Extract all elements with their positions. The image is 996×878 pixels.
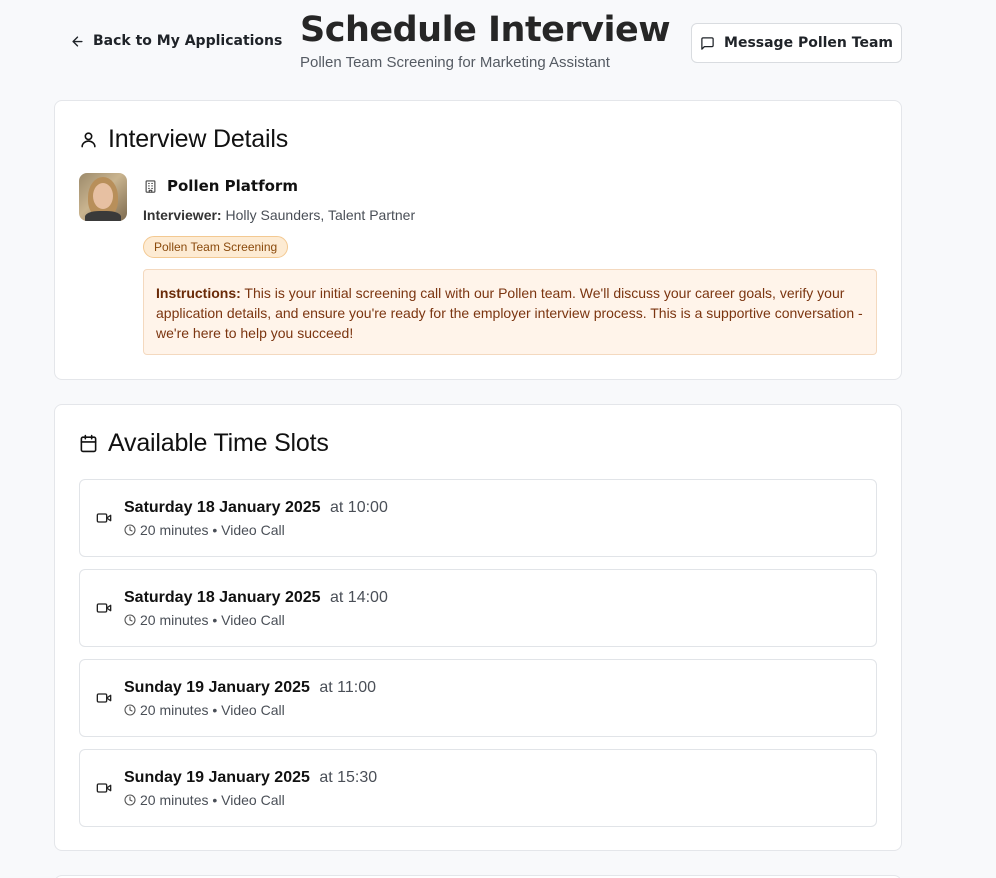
page-subtitle: Pollen Team Screening for Marketing Assi… — [300, 54, 610, 71]
instructions-label: Instructions: — [156, 285, 241, 301]
time-slot-option[interactable]: Saturday 18 January 2025 at 14:00 20 min… — [79, 569, 877, 647]
slot-meta-text: 20 minutes • Video Call — [140, 522, 285, 538]
building-icon — [145, 179, 156, 193]
message-button-label: Message Pollen Team — [724, 35, 893, 51]
page-title: Schedule Interview — [300, 10, 671, 50]
time-slot-option[interactable]: Sunday 19 January 2025 at 11:00 20 minut… — [79, 659, 877, 737]
user-icon — [81, 132, 96, 148]
instructions-box: Instructions: This is your initial scree… — [143, 269, 877, 355]
time-slot-option[interactable]: Sunday 19 January 2025 at 15:30 20 minut… — [79, 749, 877, 827]
slot-meta: 20 minutes • Video Call — [124, 702, 285, 718]
back-link-label: Back to My Applications — [93, 33, 283, 49]
screening-badge: Pollen Team Screening — [143, 236, 289, 258]
page-header: Back to My Applications Schedule Intervi… — [0, 0, 996, 96]
video-icon — [96, 603, 112, 613]
slot-time: at 11:00 — [319, 679, 376, 696]
slot-date: Saturday 18 January 2025 — [124, 499, 321, 516]
time-slots-title: Available Time Slots — [108, 429, 329, 457]
video-icon — [96, 783, 112, 793]
interview-details-card: Interview Details Pollen Platform Interv… — [54, 100, 902, 380]
slot-datetime: Saturday 18 January 2025 at 14:00 — [124, 589, 388, 607]
slot-date: Saturday 18 January 2025 — [124, 589, 321, 606]
slot-date: Sunday 19 January 2025 — [124, 679, 310, 696]
clock-icon — [124, 614, 136, 626]
time-slots-heading: Available Time Slots — [79, 429, 329, 458]
interview-details-title: Interview Details — [108, 125, 288, 153]
slot-datetime: Saturday 18 January 2025 at 10:00 — [124, 499, 388, 517]
clock-icon — [124, 704, 136, 716]
clock-icon — [124, 524, 136, 536]
interviewer-label: Interviewer: — [143, 207, 222, 223]
slot-meta: 20 minutes • Video Call — [124, 792, 285, 808]
clock-icon — [124, 794, 136, 806]
message-square-icon — [701, 36, 714, 50]
platform-row: Pollen Platform — [143, 177, 298, 195]
video-icon — [96, 693, 112, 703]
time-slot-option[interactable]: Saturday 18 January 2025 at 10:00 20 min… — [79, 479, 877, 557]
slot-time: at 10:00 — [330, 499, 388, 516]
slot-meta: 20 minutes • Video Call — [124, 612, 285, 628]
video-icon — [96, 513, 112, 523]
slot-time: at 14:00 — [330, 589, 388, 606]
slot-meta-text: 20 minutes • Video Call — [140, 612, 285, 628]
slot-meta-text: 20 minutes • Video Call — [140, 702, 285, 718]
slot-meta: 20 minutes • Video Call — [124, 522, 285, 538]
message-pollen-team-button[interactable]: Message Pollen Team — [691, 23, 902, 63]
slot-time: at 15:30 — [319, 769, 378, 786]
slot-date: Sunday 19 January 2025 — [124, 769, 310, 786]
back-to-applications-link[interactable]: Back to My Applications — [70, 33, 282, 49]
platform-name: Pollen Platform — [167, 177, 298, 195]
instructions-text: This is your initial screening call with… — [156, 285, 863, 341]
slot-datetime: Sunday 19 January 2025 at 15:30 — [124, 769, 377, 787]
calendar-icon — [80, 434, 97, 453]
interviewer-avatar — [79, 173, 127, 221]
slot-meta-text: 20 minutes • Video Call — [140, 792, 285, 808]
arrow-left-icon — [72, 35, 83, 47]
interview-details-heading: Interview Details — [79, 125, 288, 154]
slot-datetime: Sunday 19 January 2025 at 11:00 — [124, 679, 376, 697]
title-block: Schedule Interview Pollen Team Screening… — [300, 8, 671, 71]
interviewer-value: Holly Saunders, Talent Partner — [225, 207, 416, 223]
time-slots-card: Available Time Slots Saturday 18 January… — [54, 404, 902, 851]
interviewer-row: Interviewer: Holly Saunders, Talent Part… — [143, 207, 415, 223]
